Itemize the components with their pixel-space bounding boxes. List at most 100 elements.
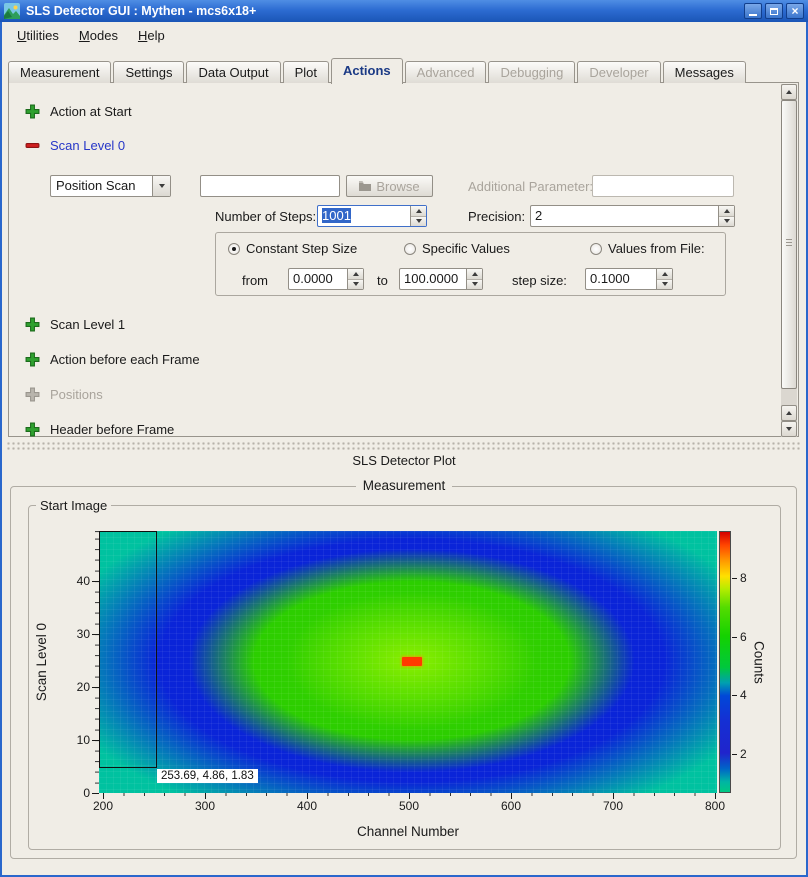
expand-plus-icon[interactable] bbox=[25, 352, 40, 367]
number-of-steps-spinbox[interactable]: 1001 bbox=[317, 205, 427, 227]
spin-buttons bbox=[718, 206, 734, 226]
up-arrow-icon bbox=[472, 272, 478, 276]
menu-utilities[interactable]: Utilities bbox=[8, 25, 68, 46]
expand-plus-icon[interactable] bbox=[25, 317, 40, 332]
app-window: SLS Detector GUI : Mythen - mcs6x18+ × U… bbox=[0, 0, 808, 877]
y-tick bbox=[92, 740, 99, 741]
up-arrow-icon bbox=[416, 209, 422, 213]
scan-level-0-row[interactable]: Scan Level 0 bbox=[25, 137, 125, 153]
spin-buttons bbox=[656, 269, 672, 289]
menu-bar: Utilities Modes Help bbox=[0, 22, 808, 48]
spin-down-button[interactable] bbox=[348, 280, 363, 290]
close-button[interactable]: × bbox=[786, 3, 804, 19]
x-axis-minor-ticks bbox=[99, 793, 717, 796]
radio-specific-values[interactable]: Specific Values bbox=[404, 241, 510, 256]
heatmap-canvas[interactable]: 253.69, 4.86, 1.83 bbox=[99, 531, 717, 793]
spin-up-button[interactable] bbox=[348, 269, 363, 280]
spin-up-button[interactable] bbox=[411, 206, 426, 217]
tab-advanced: Advanced bbox=[405, 61, 487, 83]
scan-level-1-row[interactable]: Scan Level 1 bbox=[25, 316, 125, 332]
action-at-start-label: Action at Start bbox=[50, 104, 132, 119]
number-of-steps-value[interactable]: 1001 bbox=[318, 206, 410, 226]
colorbar bbox=[719, 531, 731, 793]
x-tick-label: 500 bbox=[389, 799, 429, 813]
action-at-start-row[interactable]: Action at Start bbox=[25, 103, 132, 119]
tab-settings[interactable]: Settings bbox=[113, 61, 184, 83]
down-arrow-icon bbox=[472, 282, 478, 286]
from-label: from bbox=[242, 273, 268, 288]
y-tick bbox=[92, 581, 99, 582]
up-arrow-icon bbox=[786, 90, 792, 94]
down-arrow-icon bbox=[786, 427, 792, 431]
tab-data-output[interactable]: Data Output bbox=[186, 61, 280, 83]
vertical-scrollbar[interactable] bbox=[781, 84, 797, 437]
spin-down-button[interactable] bbox=[411, 217, 426, 227]
tab-measurement[interactable]: Measurement bbox=[8, 61, 111, 83]
menu-help[interactable]: Help bbox=[129, 25, 174, 46]
minimize-icon bbox=[749, 14, 757, 16]
scrollbar-thumb[interactable] bbox=[781, 100, 797, 389]
precision-label: Precision: bbox=[468, 209, 525, 224]
window-controls: × bbox=[744, 3, 804, 19]
step-size-spinbox[interactable]: 0.1000 bbox=[585, 268, 673, 290]
positions-row: Positions bbox=[25, 386, 103, 402]
spin-down-button[interactable] bbox=[719, 217, 734, 227]
to-spinbox[interactable]: 100.0000 bbox=[399, 268, 483, 290]
y-tick-label: 30 bbox=[62, 627, 90, 641]
positions-label: Positions bbox=[50, 387, 103, 402]
y-tick-label: 40 bbox=[62, 574, 90, 588]
minimize-button[interactable] bbox=[744, 3, 762, 19]
from-spinbox[interactable]: 0.0000 bbox=[288, 268, 364, 290]
radio-constant-step-size[interactable]: Constant Step Size bbox=[228, 241, 357, 256]
spin-up-button[interactable] bbox=[657, 269, 672, 280]
expand-plus-icon[interactable] bbox=[25, 422, 40, 437]
y-tick bbox=[92, 793, 99, 794]
spin-down-button[interactable] bbox=[657, 280, 672, 290]
tab-debugging: Debugging bbox=[488, 61, 575, 83]
tab-messages[interactable]: Messages bbox=[663, 61, 746, 83]
header-before-frame-row[interactable]: Header before Frame bbox=[25, 421, 174, 437]
header-before-frame-label: Header before Frame bbox=[50, 422, 174, 437]
folder-icon bbox=[359, 179, 371, 194]
additional-parameter-input bbox=[592, 175, 734, 197]
radio-icon bbox=[404, 243, 416, 255]
spin-up-button[interactable] bbox=[467, 269, 482, 280]
browse-button: Browse bbox=[346, 175, 433, 197]
precision-value[interactable]: 2 bbox=[531, 206, 718, 226]
splitter-handle[interactable] bbox=[6, 441, 802, 450]
y-axis-minor-ticks bbox=[95, 531, 99, 793]
tab-actions[interactable]: Actions bbox=[331, 58, 403, 84]
tab-bar: Measurement Settings Data Output Plot Ac… bbox=[8, 57, 748, 83]
menu-modes[interactable]: Modes bbox=[70, 25, 127, 46]
to-value[interactable]: 100.0000 bbox=[400, 269, 466, 289]
collapse-minus-icon[interactable] bbox=[25, 138, 40, 153]
x-tick-label: 400 bbox=[287, 799, 327, 813]
step-size-value[interactable]: 0.1000 bbox=[586, 269, 656, 289]
title-bar[interactable]: SLS Detector GUI : Mythen - mcs6x18+ × bbox=[0, 0, 808, 22]
spin-up-button[interactable] bbox=[719, 206, 734, 217]
selected-text: 1001 bbox=[322, 208, 351, 223]
precision-spinbox[interactable]: 2 bbox=[530, 205, 735, 227]
action-before-frame-row[interactable]: Action before each Frame bbox=[25, 351, 200, 367]
maximize-button[interactable] bbox=[765, 3, 783, 19]
from-value[interactable]: 0.0000 bbox=[289, 269, 347, 289]
scan-mode-select[interactable]: Position Scan bbox=[50, 175, 171, 197]
spin-buttons bbox=[466, 269, 482, 289]
expand-plus-icon[interactable] bbox=[25, 104, 40, 119]
colorbar-tick bbox=[732, 637, 737, 638]
spin-buttons bbox=[347, 269, 363, 289]
x-tick-label: 200 bbox=[83, 799, 123, 813]
dropdown-arrow-icon bbox=[152, 176, 170, 196]
scan-script-input[interactable] bbox=[200, 175, 340, 197]
tab-plot[interactable]: Plot bbox=[283, 61, 329, 83]
expand-plus-icon-disabled bbox=[25, 387, 40, 402]
to-label: to bbox=[377, 273, 388, 288]
scroll-up-button-bottom[interactable] bbox=[781, 405, 797, 421]
y-axis-title: Scan Level 0 bbox=[34, 623, 49, 701]
spin-down-button[interactable] bbox=[467, 280, 482, 290]
scroll-down-button[interactable] bbox=[781, 421, 797, 437]
up-arrow-icon bbox=[724, 209, 730, 213]
radio-values-from-file[interactable]: Values from File: bbox=[590, 241, 705, 256]
scroll-up-button[interactable] bbox=[781, 84, 797, 100]
x-axis-title: Channel Number bbox=[99, 824, 717, 839]
